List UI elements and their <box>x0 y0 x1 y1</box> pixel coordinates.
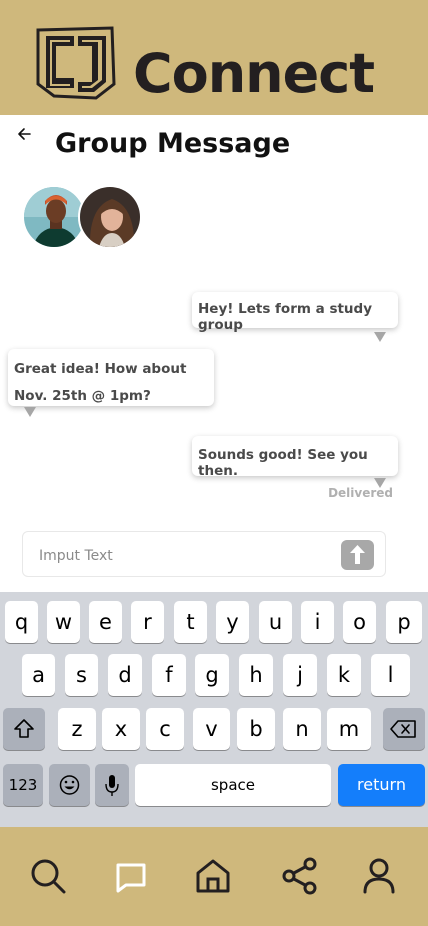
key-u[interactable]: u <box>259 601 292 643</box>
key-v[interactable]: v <box>193 708 230 750</box>
key-p[interactable]: p <box>386 601 422 643</box>
message-bubble-outgoing: Sounds good! See you then. <box>192 436 398 479</box>
key-b[interactable]: b <box>237 708 275 750</box>
key-x[interactable]: x <box>102 708 140 750</box>
share-icon[interactable] <box>281 857 319 895</box>
search-icon[interactable] <box>29 857 67 895</box>
microphone-icon <box>105 775 119 796</box>
microphone-key[interactable] <box>95 764 129 806</box>
return-key[interactable]: return <box>338 764 425 806</box>
message-bubble-incoming: Great idea! How about Nov. 25th @ 1pm? <box>8 349 214 406</box>
send-arrow-icon <box>350 545 365 564</box>
backspace-icon <box>390 720 416 738</box>
on-screen-keyboard: q w e r t y u i o p a s d f g h j k l z … <box>0 592 428 827</box>
message-text: Sounds good! See you then. <box>198 447 368 479</box>
home-icon[interactable] <box>194 857 232 895</box>
bubble-tail <box>24 407 36 417</box>
key-y[interactable]: y <box>216 601 249 643</box>
message-bubble-outgoing: Hey! Lets form a study group <box>192 292 398 333</box>
key-c[interactable]: c <box>146 708 184 750</box>
key-s[interactable]: s <box>65 654 98 696</box>
emoji-icon <box>59 775 80 795</box>
key-g[interactable]: g <box>195 654 229 696</box>
key-z[interactable]: z <box>58 708 96 750</box>
backspace-key[interactable] <box>383 708 425 750</box>
key-h[interactable]: h <box>239 654 273 696</box>
key-k[interactable]: k <box>327 654 361 696</box>
app-header: Connect <box>0 0 428 115</box>
shift-icon <box>14 719 34 738</box>
message-text: Nov. 25th @ 1pm? <box>14 388 151 404</box>
send-button[interactable] <box>341 540 374 570</box>
key-e[interactable]: e <box>89 601 122 643</box>
key-r[interactable]: r <box>131 601 164 643</box>
numbers-key[interactable]: 123 <box>3 764 43 806</box>
key-o[interactable]: o <box>343 601 376 643</box>
key-m[interactable]: m <box>327 708 371 750</box>
shift-key[interactable] <box>3 708 45 750</box>
participant-avatar-2[interactable] <box>78 185 142 249</box>
key-j[interactable]: j <box>283 654 317 696</box>
delivery-status: Delivered <box>328 486 393 500</box>
page-title: Group Message <box>55 128 291 159</box>
key-f[interactable]: f <box>152 654 186 696</box>
chat-icon[interactable] <box>112 857 150 895</box>
message-text: Great idea! How about <box>14 361 187 377</box>
participant-avatar-1[interactable] <box>22 185 86 249</box>
space-key[interactable]: space <box>135 764 331 806</box>
key-n[interactable]: n <box>283 708 321 750</box>
cu-logo-icon <box>36 26 116 100</box>
profile-icon[interactable] <box>360 857 398 895</box>
emoji-key[interactable] <box>49 764 90 806</box>
key-q[interactable]: q <box>5 601 38 643</box>
bottom-navigation <box>0 827 428 926</box>
message-input[interactable] <box>37 544 331 568</box>
key-d[interactable]: d <box>108 654 142 696</box>
key-t[interactable]: t <box>174 601 207 643</box>
message-text: Hey! Lets form a study group <box>198 301 373 333</box>
key-w[interactable]: w <box>47 601 80 643</box>
key-i[interactable]: i <box>301 601 334 643</box>
key-a[interactable]: a <box>22 654 55 696</box>
bubble-tail <box>374 332 386 342</box>
message-composer <box>22 531 386 577</box>
key-l[interactable]: l <box>371 654 410 696</box>
app-brand-name: Connect <box>133 42 375 105</box>
back-arrow-icon[interactable] <box>16 124 34 144</box>
